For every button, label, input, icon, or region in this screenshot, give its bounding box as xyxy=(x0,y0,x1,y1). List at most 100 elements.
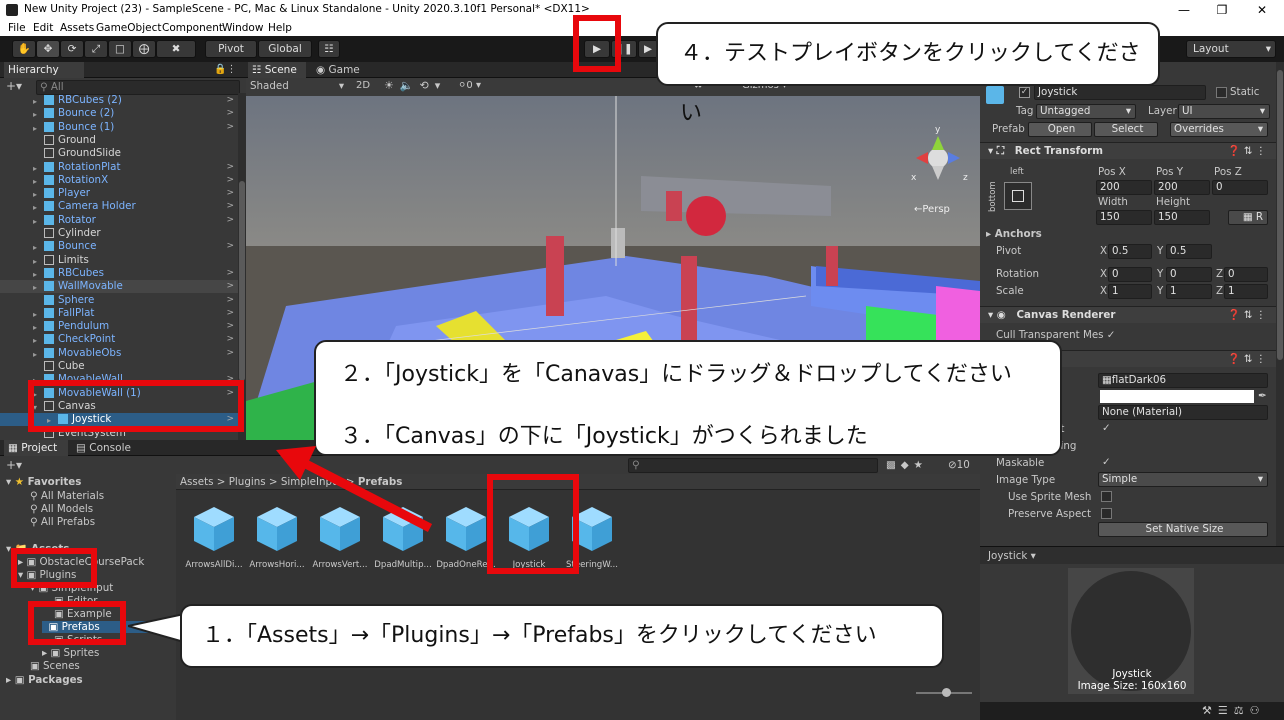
menu-help[interactable]: Help xyxy=(268,22,292,34)
hierarchy-item[interactable]: ▸ Camera Holder > xyxy=(0,200,238,213)
menu-window[interactable]: Window xyxy=(222,22,263,34)
hierarchy-item[interactable]: ▸ RotationX > xyxy=(0,174,238,187)
lock-icon[interactable]: 🔒⋮ xyxy=(214,64,236,75)
tab-console[interactable]: ▤ Console xyxy=(72,440,142,456)
anchors-foldout[interactable]: ▸ Anchors xyxy=(986,228,1042,240)
asset-item[interactable]: ArrowsAllDi... xyxy=(182,505,246,570)
menu-edit[interactable]: Edit xyxy=(33,22,53,34)
prefab-open-arrow-icon[interactable]: > xyxy=(226,320,234,333)
minimize-icon[interactable]: — xyxy=(1170,1,1198,19)
color-swatch[interactable] xyxy=(1100,390,1254,403)
prefab-open-arrow-icon[interactable]: > xyxy=(226,347,234,360)
rect-transform-header[interactable]: ▾ ⛶ Rect Transform ❓ ⇅ ⋮ xyxy=(980,142,1276,159)
prefab-open-arrow-icon[interactable]: > xyxy=(226,174,234,187)
favorites-foldout[interactable]: ▾ ★ Favorites xyxy=(6,476,81,488)
breadcrumb-plugins[interactable]: Plugins xyxy=(229,476,266,488)
folder-scenes[interactable]: ▣ Scenes xyxy=(30,660,80,672)
scale-x-field[interactable]: 1 xyxy=(1108,284,1152,299)
prefab-open-arrow-icon[interactable]: > xyxy=(226,267,234,280)
scale-tool-icon[interactable]: ⤢ xyxy=(84,40,108,58)
expand-arrow-icon[interactable]: ▸ xyxy=(33,122,37,135)
height-field[interactable]: 150 xyxy=(1154,210,1210,225)
move-tool-icon[interactable]: ✥ xyxy=(36,40,60,58)
hierarchy-item[interactable]: ▸ WallMovable > xyxy=(0,280,238,294)
fav-all-materials[interactable]: ⚲ All Materials xyxy=(30,490,104,502)
hierarchy-item[interactable]: ▸ Rotator > xyxy=(0,214,238,227)
expand-arrow-icon[interactable]: ▸ xyxy=(33,334,37,347)
prefab-open-arrow-icon[interactable]: > xyxy=(226,200,234,213)
add-icon[interactable]: +▾ xyxy=(6,79,22,93)
set-native-size-button[interactable]: Set Native Size xyxy=(1098,522,1268,537)
expand-arrow-icon[interactable]: ▸ xyxy=(33,201,37,214)
project-add-icon[interactable]: +▾ xyxy=(6,458,22,472)
rot-z-field[interactable]: 0 xyxy=(1224,267,1268,282)
scale-y-field[interactable]: 1 xyxy=(1166,284,1212,299)
prefab-open-arrow-icon[interactable]: > xyxy=(226,107,234,120)
tab-scene[interactable]: ☷ Scene xyxy=(248,62,306,78)
hierarchy-item[interactable]: Ground xyxy=(0,134,238,147)
expand-arrow-icon[interactable]: ▸ xyxy=(33,162,37,175)
hierarchy-item[interactable]: ▸ Bounce (2) > xyxy=(0,107,238,120)
prefab-open-arrow-icon[interactable]: > xyxy=(226,280,234,293)
active-checkbox[interactable]: ✓ xyxy=(1019,87,1030,98)
pivot-toggle[interactable]: Pivot xyxy=(205,40,257,58)
prefab-open-arrow-icon[interactable]: > xyxy=(226,121,234,134)
anchor-preset-icon[interactable] xyxy=(1004,182,1032,210)
posz-field[interactable]: 0 xyxy=(1212,180,1268,195)
transform-tool-icon[interactable]: ⨁ xyxy=(132,40,156,58)
prefab-open-arrow-icon[interactable]: > xyxy=(226,214,234,227)
expand-arrow-icon[interactable]: ▸ xyxy=(33,308,37,321)
expand-arrow-icon[interactable]: ▸ xyxy=(33,281,37,294)
expand-arrow-icon[interactable]: ▸ xyxy=(33,188,37,201)
tab-game[interactable]: ◉ Game xyxy=(312,62,372,78)
image-type-dropdown[interactable]: Simple ▾ xyxy=(1098,472,1268,487)
tab-project[interactable]: ▦ Project xyxy=(4,440,68,456)
maskable-checkbox[interactable]: ✓ xyxy=(1102,456,1111,468)
tag-dropdown[interactable]: Untagged ▾ xyxy=(1036,104,1136,119)
prefab-open-arrow-icon[interactable]: > xyxy=(226,333,234,346)
hierarchy-item[interactable]: ▸ RotationPlat > xyxy=(0,161,238,174)
raycast-checkbox[interactable]: ✓ xyxy=(1102,422,1111,434)
prefab-open-button[interactable]: Open xyxy=(1028,122,1092,137)
rect-tool-icon[interactable]: □ xyxy=(108,40,132,58)
menu-gameobject[interactable]: GameObject xyxy=(96,22,161,34)
fav-all-prefabs[interactable]: ⚲ All Prefabs xyxy=(30,516,95,528)
hierarchy-item[interactable]: ▸ RBCubes (2) > xyxy=(0,94,238,107)
hierarchy-item[interactable]: ▸ RBCubes > xyxy=(0,267,238,280)
width-field[interactable]: 150 xyxy=(1096,210,1152,225)
preserve-aspect-checkbox[interactable] xyxy=(1101,508,1112,519)
prefab-overrides-dropdown[interactable]: Overrides ▾ xyxy=(1170,122,1268,137)
pivot-x-field[interactable]: 0.5 xyxy=(1108,244,1152,259)
shading-dropdown[interactable]: Shaded ▾ xyxy=(250,80,348,92)
menu-component[interactable]: Component xyxy=(162,22,223,34)
global-toggle[interactable]: Global xyxy=(258,40,312,58)
hierarchy-item[interactable]: ▸ Player > xyxy=(0,187,238,200)
expand-arrow-icon[interactable]: ▸ xyxy=(33,255,37,268)
menu-file[interactable]: File xyxy=(8,22,26,34)
use-sprite-mesh-checkbox[interactable] xyxy=(1101,491,1112,502)
project-search[interactable]: ⚲ xyxy=(628,458,878,473)
hierarchy-item[interactable]: GroundSlide xyxy=(0,147,238,160)
layer-dropdown[interactable]: UI ▾ xyxy=(1178,104,1270,119)
prefab-open-arrow-icon[interactable]: > xyxy=(226,161,234,174)
posy-field[interactable]: 200 xyxy=(1154,180,1210,195)
hierarchy-item[interactable]: ▸ CheckPoint > xyxy=(0,333,238,346)
tab-hierarchy[interactable]: Hierarchy xyxy=(4,62,84,78)
icon-size-slider[interactable] xyxy=(916,688,972,698)
folder-sprites[interactable]: ▸ ▣ Sprites xyxy=(42,647,99,659)
prefab-open-arrow-icon[interactable]: > xyxy=(226,94,234,107)
hierarchy-item[interactable]: Cube xyxy=(0,360,238,373)
status-icons[interactable]: ⚒☰⚖⚇ xyxy=(1202,704,1265,717)
expand-arrow-icon[interactable]: ▸ xyxy=(33,108,37,121)
rot-y-field[interactable]: 0 xyxy=(1166,267,1212,282)
pivot-y-field[interactable]: 0.5 xyxy=(1166,244,1212,259)
layout-dropdown[interactable]: Layout ▾ xyxy=(1186,40,1276,58)
hand-tool-icon[interactable]: ✋ xyxy=(12,40,36,58)
expand-arrow-icon[interactable]: ▸ xyxy=(33,215,37,228)
canvas-renderer-header[interactable]: ▾ ◉ Canvas Renderer ❓ ⇅ ⋮ xyxy=(980,306,1276,323)
prefab-select-button[interactable]: Select xyxy=(1094,122,1158,137)
hierarchy-item[interactable]: ▸ Bounce > xyxy=(0,240,238,253)
raw-edit-button[interactable]: ▦ R xyxy=(1228,210,1268,225)
hierarchy-item[interactable]: ▸ Pendulum > xyxy=(0,320,238,333)
source-image-field[interactable]: ▦flatDark06 xyxy=(1098,373,1268,388)
